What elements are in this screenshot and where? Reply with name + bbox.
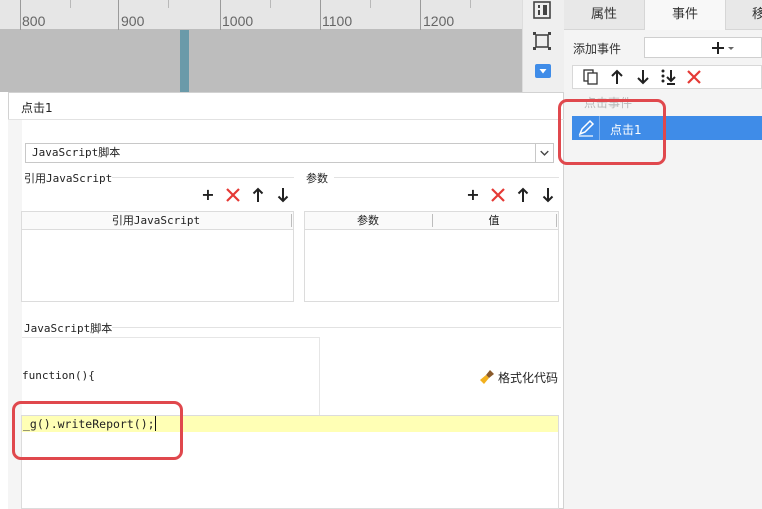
info-panel-icon[interactable] (533, 1, 551, 19)
ruler-label: 900 (121, 13, 145, 29)
ruler-tick (70, 0, 71, 8)
column-header[interactable]: 值 (433, 212, 555, 229)
ruler-tick (168, 0, 169, 8)
ruler-tick (370, 0, 371, 8)
design-canvas[interactable] (0, 30, 522, 92)
dialog-title-divider (8, 119, 564, 120)
canvas-widget[interactable] (180, 30, 189, 92)
code-highlight-callout (12, 401, 183, 460)
format-code-label: 格式化代码 (498, 371, 559, 385)
script-type-value: JavaScript脚本 (32, 146, 121, 159)
copy-icon[interactable] (582, 68, 600, 86)
script-section-title: JavaScript脚本 (24, 322, 113, 335)
broom-icon (480, 370, 494, 384)
arrow-up-icon[interactable] (250, 187, 266, 203)
horizontal-ruler: 800 900 1000 1100 1200 (0, 0, 522, 30)
section-divider (334, 177, 559, 178)
ruler-tick (320, 0, 321, 30)
column-divider (556, 214, 557, 227)
function-header: function(){ (22, 369, 95, 382)
column-header[interactable]: 参数 (305, 212, 431, 229)
dialog-title: 点击1 (21, 101, 53, 115)
section-divider (112, 327, 561, 328)
event-toolbar (572, 65, 762, 89)
delete-icon[interactable] (490, 187, 506, 203)
ruler-tick (220, 0, 221, 30)
ruler-label: 1200 (423, 13, 455, 29)
add-event-label: 添加事件 (573, 42, 622, 56)
delete-icon[interactable] (685, 68, 703, 86)
table-header: 参数 值 (305, 212, 558, 230)
references-table: 引用JavaScript (21, 211, 294, 302)
arrow-up-icon[interactable] (515, 187, 531, 203)
script-type-select[interactable]: JavaScript脚本 (25, 143, 554, 163)
ruler-tick (20, 0, 21, 30)
tab-events[interactable]: 事件 (644, 0, 726, 30)
table-header: 引用JavaScript (22, 212, 293, 230)
arrow-up-icon[interactable] (608, 68, 626, 86)
ruler-tick (420, 0, 421, 30)
column-divider (291, 214, 292, 227)
ruler-tick (270, 0, 271, 8)
ruler-label: 1100 (322, 13, 353, 29)
move-bottom-icon[interactable] (659, 68, 677, 86)
arrow-down-icon[interactable] (634, 68, 652, 86)
event-highlight-callout (558, 99, 666, 165)
ruler-label: 1000 (222, 13, 254, 29)
column-header[interactable]: 引用JavaScript (22, 212, 290, 229)
plus-dropdown-icon (712, 42, 734, 54)
ruler-tick (118, 0, 119, 30)
dropdown-widget-icon[interactable] (535, 64, 551, 78)
tab-more[interactable]: 移 (726, 0, 762, 30)
tool-column (522, 0, 564, 92)
frame-icon[interactable] (533, 32, 551, 50)
add-event-dropdown[interactable] (644, 37, 762, 58)
chevron-down-icon (535, 144, 549, 162)
params-title: 参数 (306, 172, 328, 185)
arrow-down-icon[interactable] (540, 187, 556, 203)
tab-properties[interactable]: 属性 (564, 0, 644, 30)
delete-icon[interactable] (225, 187, 241, 203)
arrow-down-icon[interactable] (275, 187, 291, 203)
add-icon[interactable]: + (465, 187, 481, 203)
section-divider (112, 177, 294, 178)
panel-tabs: 属性 事件 移 (564, 0, 762, 30)
references-title: 引用JavaScript (24, 172, 113, 185)
params-table: 参数 值 (304, 211, 559, 302)
ruler-tick (470, 0, 471, 8)
ruler-label: 800 (22, 13, 46, 29)
add-icon[interactable]: + (200, 187, 216, 203)
